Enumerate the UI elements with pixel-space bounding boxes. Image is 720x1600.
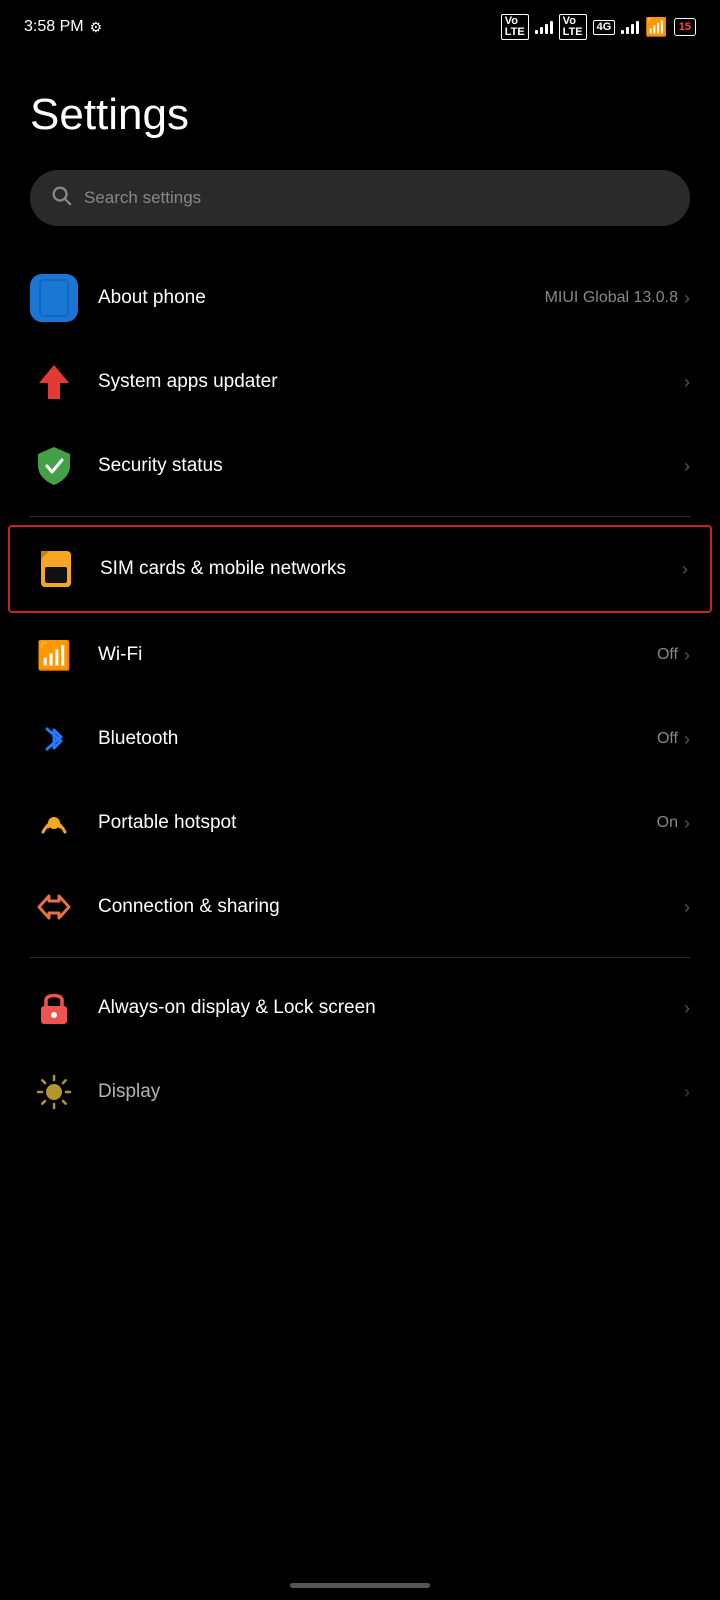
wifi-value: Off — [657, 646, 678, 664]
bluetooth-symbol-icon — [39, 721, 69, 757]
about-phone-value: MIUI Global 13.0.8 — [545, 289, 678, 307]
settings-item-security-status[interactable]: Security status › — [0, 424, 720, 508]
wifi-status-icon: 📶 — [645, 17, 667, 38]
battery-level-display: 15 — [674, 18, 696, 36]
settings-item-display[interactable]: Display › — [0, 1050, 720, 1134]
status-icons-group: VoLTE VoLTE 4G 📶 15 — [501, 14, 696, 40]
bluetooth-icon — [30, 715, 78, 763]
volte2-icon: VoLTE — [559, 14, 587, 40]
search-container[interactable]: Search settings — [0, 160, 720, 256]
battery-percent: 15 — [679, 21, 691, 33]
signal2-bars — [621, 20, 639, 34]
bottom-home-pill[interactable] — [290, 1583, 430, 1588]
sim-icon — [39, 549, 73, 589]
display-symbol-icon — [36, 1074, 72, 1110]
sim-cards-content: SIM cards & mobile networks — [100, 558, 682, 580]
about-phone-chevron: › — [684, 288, 690, 309]
always-on-display-label: Always-on display & Lock screen — [98, 996, 684, 1021]
connection-symbol-icon — [35, 888, 73, 926]
settings-item-bluetooth[interactable]: Bluetooth Off › — [0, 697, 720, 781]
search-icon — [50, 184, 72, 212]
about-phone-icon — [30, 274, 78, 322]
settings-item-hotspot[interactable]: Portable hotspot On › — [0, 781, 720, 865]
hotspot-value: On — [657, 814, 678, 832]
settings-item-sim-cards[interactable]: SIM cards & mobile networks › — [8, 525, 712, 613]
4g-icon: 4G — [593, 20, 616, 35]
hotspot-icon — [30, 799, 78, 847]
bluetooth-value: Off — [657, 730, 678, 748]
security-status-content: Security status — [98, 455, 684, 477]
battery-indicator: 15 — [674, 18, 696, 36]
connection-sharing-icon — [30, 883, 78, 931]
display-label: Display — [98, 1081, 684, 1103]
sim-cards-label: SIM cards & mobile networks — [100, 558, 682, 580]
divider-1 — [30, 516, 690, 517]
status-bar: 3:58 PM ⚙ VoLTE VoLTE 4G 📶 15 — [0, 0, 720, 50]
wifi-chevron: › — [684, 645, 690, 666]
search-bar[interactable]: Search settings — [30, 170, 690, 226]
system-apps-content: System apps updater — [98, 371, 684, 393]
wifi-label: Wi-Fi — [98, 644, 657, 666]
bluetooth-chevron: › — [684, 729, 690, 750]
hotspot-content: Portable hotspot — [98, 812, 657, 834]
lock-symbol-icon — [37, 989, 71, 1027]
system-apps-icon — [30, 358, 78, 406]
shield-check-icon — [35, 445, 73, 487]
always-on-display-chevron: › — [684, 998, 690, 1019]
system-apps-chevron: › — [684, 372, 690, 393]
security-status-chevron: › — [684, 456, 690, 477]
hotspot-chevron: › — [684, 813, 690, 834]
settings-gear-icon: ⚙ — [90, 19, 103, 36]
arrow-up-icon — [37, 363, 71, 401]
lock-icon — [30, 984, 78, 1032]
wifi-symbol-icon: 📶 — [37, 639, 72, 672]
time-display: 3:58 PM — [24, 18, 84, 36]
connection-label: Connection & sharing — [98, 896, 684, 918]
connection-chevron: › — [684, 897, 690, 918]
settings-item-connection-sharing[interactable]: Connection & sharing › — [0, 865, 720, 949]
bottom-nav-bar — [0, 1570, 720, 1600]
about-phone-content: About phone — [98, 287, 545, 309]
sim-cards-icon — [32, 545, 80, 593]
settings-item-system-apps-updater[interactable]: System apps updater › — [0, 340, 720, 424]
wifi-content: Wi-Fi — [98, 644, 657, 666]
page-title: Settings — [30, 90, 690, 140]
signal1-bars — [535, 20, 553, 34]
connection-content: Connection & sharing — [98, 896, 684, 918]
search-placeholder-text: Search settings — [84, 188, 201, 208]
security-status-label: Security status — [98, 455, 684, 477]
system-apps-label: System apps updater — [98, 371, 684, 393]
hotspot-symbol-icon — [35, 804, 73, 842]
always-on-display-content: Always-on display & Lock screen — [98, 996, 684, 1021]
security-status-icon — [30, 442, 78, 490]
bluetooth-content: Bluetooth — [98, 728, 657, 750]
display-icon — [30, 1068, 78, 1116]
sim-cards-chevron: › — [682, 559, 688, 580]
wifi-icon: 📶 — [30, 631, 78, 679]
display-content: Display — [98, 1081, 684, 1103]
settings-list: About phone MIUI Global 13.0.8 › System … — [0, 256, 720, 1134]
divider-2 — [30, 957, 690, 958]
bluetooth-label: Bluetooth — [98, 728, 657, 750]
settings-item-always-on-display[interactable]: Always-on display & Lock screen › — [0, 966, 720, 1050]
settings-item-about-phone[interactable]: About phone MIUI Global 13.0.8 › — [0, 256, 720, 340]
about-phone-label: About phone — [98, 287, 545, 309]
settings-item-wifi[interactable]: 📶 Wi-Fi Off › — [0, 613, 720, 697]
page-header: Settings — [0, 50, 720, 160]
display-chevron: › — [684, 1082, 690, 1103]
volte1-icon: VoLTE — [501, 14, 529, 40]
status-time: 3:58 PM ⚙ — [24, 18, 102, 36]
hotspot-label: Portable hotspot — [98, 812, 657, 834]
